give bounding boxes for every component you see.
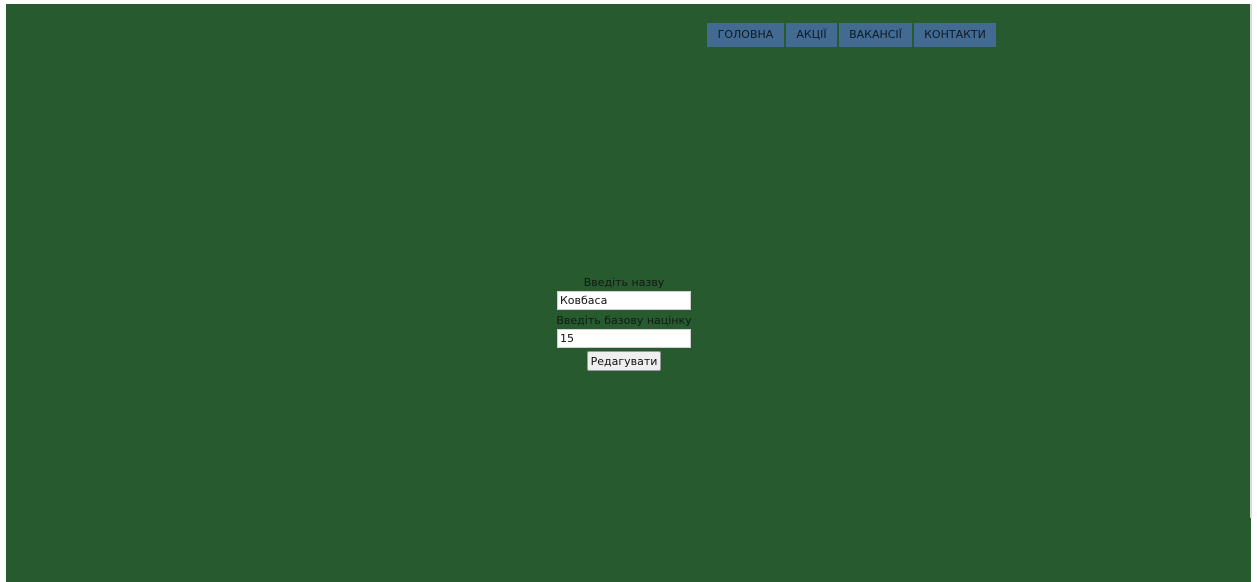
scrollbar[interactable] xyxy=(1250,4,1252,518)
nav-item-contacts[interactable]: КОНТАКТИ xyxy=(914,23,996,47)
markup-input[interactable] xyxy=(557,329,691,348)
name-input[interactable] xyxy=(557,291,691,310)
edit-product-form: Введіть назву Введіть базову націнку Ред… xyxy=(556,275,692,371)
nav-item-promotions[interactable]: АКЦІЇ xyxy=(786,23,837,47)
main-nav: ГОЛОВНА АКЦІЇ ВАКАНСІЇ КОНТАКТИ xyxy=(707,23,996,47)
markup-label: Введіть базову націнку xyxy=(556,314,692,327)
edit-button[interactable]: Редагувати xyxy=(586,351,662,371)
nav-item-vacancies[interactable]: ВАКАНСІЇ xyxy=(839,23,912,47)
nav-item-home[interactable]: ГОЛОВНА xyxy=(707,23,784,47)
name-label: Введіть назву xyxy=(583,276,665,289)
